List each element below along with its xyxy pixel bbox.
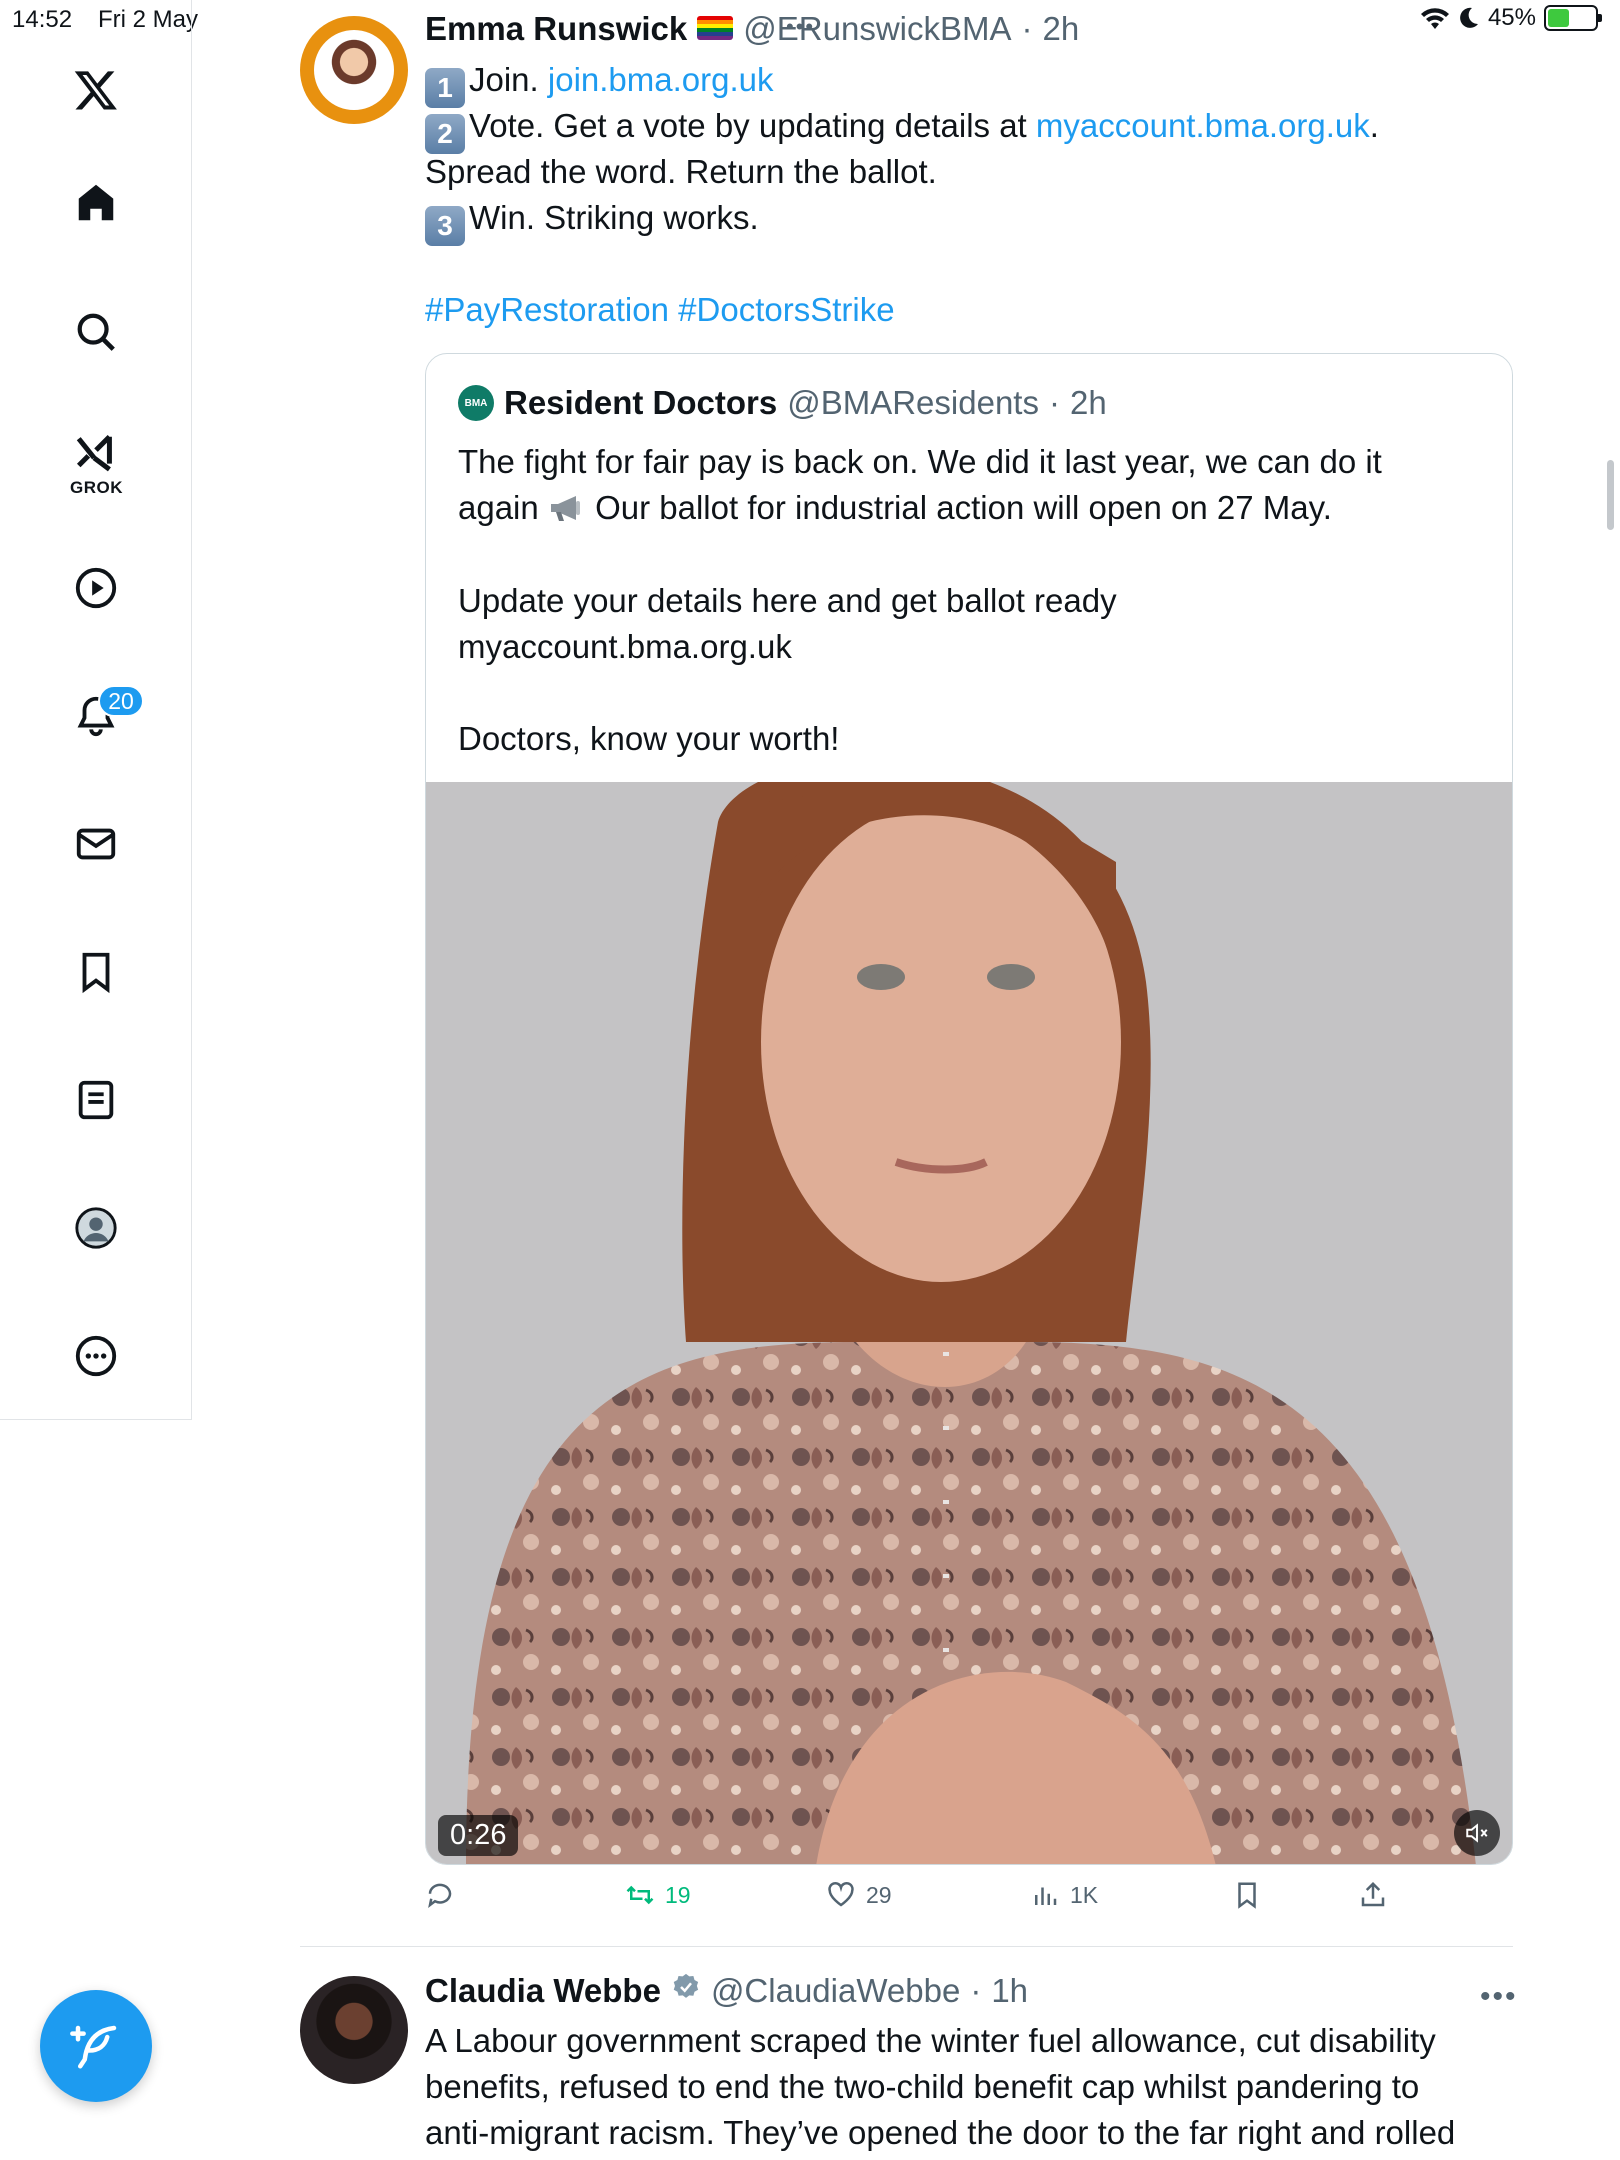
keycap-1-icon: 1 — [425, 68, 465, 108]
hashtags: #PayRestoration #DoctorsStrike — [425, 287, 895, 333]
like-button[interactable]: 29 — [826, 1880, 892, 1910]
tweet-line: 3 Win. Striking works. — [425, 195, 759, 246]
tweet-divider — [300, 1946, 1513, 1947]
hashtag-payrestoration[interactable]: #PayRestoration — [425, 291, 669, 328]
mute-button[interactable] — [1454, 1810, 1500, 1856]
quote-text: myaccount.bma.org.uk — [458, 628, 792, 665]
notifications-badge: 20 — [98, 685, 144, 717]
home-icon[interactable] — [66, 173, 126, 233]
tweet-text: Spread the word. Return the ballot. — [425, 153, 937, 190]
views-button[interactable]: 1K — [1030, 1880, 1098, 1910]
compose-icon — [70, 2025, 117, 2069]
grok-label: GROK — [70, 478, 123, 497]
bookmarks-icon[interactable] — [66, 942, 126, 1002]
tweet-line: 1 Join. join.bma.org.uk — [425, 57, 774, 108]
more-icon[interactable] — [66, 1326, 126, 1386]
quote-text: The fight for fair pay is back on. We di… — [458, 443, 1382, 480]
views-icon — [1035, 1887, 1057, 1905]
battery-percent: 45% — [1487, 4, 1536, 31]
retweet-icon — [626, 1885, 654, 1905]
video-frame-person — [426, 782, 1512, 1864]
quote-handle[interactable]: @BMAResidents — [787, 384, 1039, 422]
quote-line: again Our ballot for industrial action w… — [458, 485, 1332, 531]
quoted-tweet[interactable]: BMA Resident Doctors @BMAResidents · 2h … — [425, 353, 1513, 1865]
timestamp[interactable]: 1h — [991, 1972, 1028, 2010]
retweet-count: 19 — [665, 1881, 691, 1908]
status-indicators: 45% — [1420, 4, 1602, 32]
quote-text: again — [458, 489, 539, 526]
moon-icon — [1460, 7, 1478, 28]
tweet-header: Emma Runswick @ERunswickBMA · 2h — [425, 10, 1079, 48]
myaccount-link[interactable]: myaccount.bma.org.uk — [1036, 107, 1370, 144]
tweet-text: . — [1369, 107, 1379, 144]
verified-badge-icon — [673, 1973, 699, 1998]
profile-icon[interactable] — [66, 1198, 126, 1258]
display-name[interactable]: Emma Runswick — [425, 10, 687, 48]
reply-button[interactable] — [425, 1880, 465, 1910]
video-icon[interactable] — [66, 558, 126, 618]
rainbow-flag-icon — [697, 16, 734, 40]
quote-text: Our ballot for industrial action will op… — [595, 489, 1332, 526]
megaphone-icon — [550, 496, 580, 521]
like-count: 29 — [866, 1881, 892, 1908]
avatar[interactable] — [300, 16, 408, 124]
compose-button[interactable] — [40, 1990, 152, 2102]
keycap-3-icon: 3 — [425, 206, 465, 246]
tweet-text: A Labour government scraped the winter f… — [425, 2022, 1436, 2059]
heart-icon — [828, 1881, 854, 1907]
lists-icon[interactable] — [66, 1070, 126, 1130]
share-button[interactable] — [1358, 1880, 1388, 1910]
avatar[interactable] — [300, 1976, 408, 2084]
keycap-2-icon: 2 — [425, 114, 465, 154]
quote-display-name[interactable]: Resident Doctors — [504, 384, 777, 422]
join-link[interactable]: join.bma.org.uk — [548, 61, 774, 98]
quote-header: BMA Resident Doctors @BMAResidents · 2h — [458, 384, 1107, 422]
share-icon — [1361, 1881, 1385, 1907]
tweet-text: Vote. Get a vote by updating details at — [469, 107, 1027, 144]
quote-timestamp: 2h — [1069, 384, 1107, 421]
tweet-text: Win. Striking works. — [469, 199, 759, 236]
views-count: 1K — [1070, 1881, 1099, 1908]
search-icon[interactable] — [66, 302, 126, 362]
handle[interactable]: @ERunswickBMA — [743, 10, 1011, 48]
wifi-icon — [1420, 8, 1449, 30]
sidebar-nav: GROK 20 — [0, 0, 192, 1420]
grok-icon[interactable] — [66, 424, 126, 484]
retweet-button[interactable]: 19 — [625, 1880, 691, 1910]
more-options-icon[interactable]: ••• — [1480, 1980, 1518, 2014]
quote-text: Update your details here and get ballot … — [458, 582, 1117, 619]
tweet-text: Join. — [469, 61, 539, 98]
handle[interactable]: @ClaudiaWebbe — [711, 1972, 960, 2010]
muted-speaker-icon — [1466, 1823, 1488, 1843]
bma-logo-icon: BMA — [458, 385, 494, 421]
reply-icon — [428, 1883, 452, 1908]
hashtag-doctorsstrike[interactable]: #DoctorsStrike — [678, 291, 894, 328]
scrollbar[interactable] — [1607, 460, 1614, 530]
x-logo-icon[interactable] — [66, 60, 126, 120]
quote-text: Doctors, know your worth! — [458, 720, 840, 757]
bookmark-icon — [1238, 1882, 1256, 1909]
separator: · — [1048, 384, 1060, 421]
video-duration: 0:26 — [438, 1815, 519, 1856]
tweet-text: anti-migrant racism. They’ve opened the … — [425, 2114, 1456, 2151]
battery-icon — [1544, 5, 1602, 31]
display-name[interactable]: Claudia Webbe — [425, 1972, 661, 2010]
battery-level — [1548, 9, 1569, 27]
messages-icon[interactable] — [66, 814, 126, 874]
tweet-line: 2 Vote. Get a vote by updating details at… — [425, 103, 1379, 154]
video-player[interactable]: 0:26 — [426, 782, 1512, 1864]
tweet-header: Claudia Webbe @ClaudiaWebbe · 1h — [425, 1972, 1028, 2010]
timestamp[interactable]: 2h — [1043, 10, 1080, 48]
separator: · — [970, 1972, 982, 2009]
bookmark-button[interactable] — [1232, 1880, 1262, 1910]
tweet-text: benefits, refused to end the two-child b… — [425, 2068, 1420, 2105]
separator: · — [1021, 10, 1033, 47]
